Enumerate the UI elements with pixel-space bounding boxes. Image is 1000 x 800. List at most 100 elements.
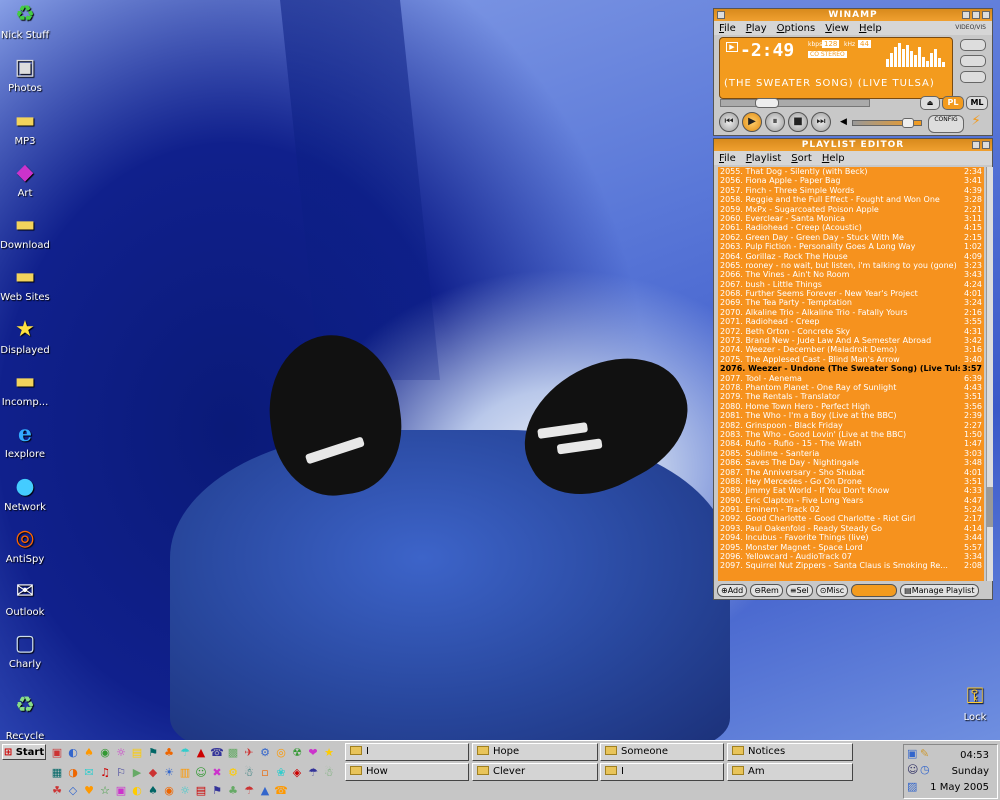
playlist-row[interactable]: 2060. Everclear - Santa Monica 3:11: [718, 214, 984, 223]
quick-launch-icon[interactable]: ◐: [66, 746, 80, 760]
desktop-icon-art[interactable]: ◆ Art: [0, 160, 50, 199]
quick-launch-icon[interactable]: ⚑: [210, 784, 224, 798]
quick-launch-icon[interactable]: ✉: [82, 766, 96, 780]
desktop-icon-incomplete[interactable]: ▬ Incomp...: [0, 369, 50, 408]
taskbar-button-am[interactable]: Am: [727, 763, 853, 781]
shade-icon[interactable]: [972, 11, 980, 19]
quick-launch-icon[interactable]: ♥: [82, 784, 96, 798]
playlist-row[interactable]: 2066. The Vines - Ain't No Room 3:43: [718, 270, 984, 279]
shade-icon[interactable]: [972, 141, 980, 149]
playlist-row[interactable]: 2090. Eric Clapton - Five Long Years 4:47: [718, 496, 984, 505]
quick-launch-icon[interactable]: ▫: [258, 766, 272, 780]
playlist-row[interactable]: 2080. Home Town Hero - Perfect High 3:56: [718, 402, 984, 411]
previous-button[interactable]: ⏮: [719, 112, 739, 132]
playlist-row[interactable]: 2065. rooney - no wait, but listen, i'm …: [718, 261, 984, 270]
quick-launch-icon[interactable]: ☼: [178, 784, 192, 798]
playlist-row[interactable]: 2073. Brand New - Jude Law And A Semeste…: [718, 336, 984, 345]
playlist-row[interactable]: 2055. That Dog - Silently (with Beck) 2:3…: [718, 167, 984, 176]
quick-launch-icon[interactable]: ♫: [98, 766, 112, 780]
quick-launch-icon[interactable]: ▶: [130, 766, 144, 780]
seek-thumb[interactable]: [755, 98, 780, 108]
quick-launch-icon[interactable]: ☼: [114, 746, 128, 760]
desktop-icon-photos[interactable]: ▣ Photos: [0, 55, 50, 94]
playlist-row[interactable]: 2068. Further Seems Forever - New Year's…: [718, 289, 984, 298]
ml-button[interactable]: ML: [966, 96, 988, 110]
quick-launch-icon[interactable]: ◐: [130, 784, 144, 798]
winamp-menu-icon[interactable]: [717, 11, 725, 19]
playlist-menu-file[interactable]: File: [719, 153, 736, 164]
quick-launch-icon[interactable]: ★: [322, 746, 336, 760]
select-button[interactable]: ≡Sel: [785, 584, 813, 597]
quick-launch-icon[interactable]: ⚑: [146, 746, 160, 760]
quick-launch-icon[interactable]: ◇: [66, 784, 80, 798]
quick-launch-icon[interactable]: ◑: [66, 766, 80, 780]
clock-time[interactable]: 04:53: [960, 750, 989, 761]
playlist-menu-playlist[interactable]: Playlist: [746, 153, 782, 164]
quick-launch-icon[interactable]: ▩: [226, 746, 240, 760]
pl-button[interactable]: PL: [942, 96, 964, 110]
playlist-row[interactable]: 2069. The Tea Party - Temptation 3:24: [718, 298, 984, 307]
playlist-row[interactable]: 2078. Phantom Planet - One Ray of Sunlig…: [718, 383, 984, 392]
playlist-row[interactable]: 2082. Grinspoon - Black Friday 2:27: [718, 421, 984, 430]
playlist-row[interactable]: 2061. Radiohead - Creep (Acoustic) 4:15: [718, 223, 984, 232]
desktop-icon-lock[interactable]: ⚿ Lock: [950, 684, 1000, 723]
quick-launch-icon[interactable]: ☀: [162, 766, 176, 780]
playlist-row[interactable]: 2076. Weezer - Undone (The Sweater Song)…: [718, 364, 984, 373]
quick-launch-icon[interactable]: ◉: [162, 784, 176, 798]
minimize-icon[interactable]: [962, 11, 970, 19]
add-button[interactable]: ⊕Add: [717, 584, 748, 597]
quick-launch-icon[interactable]: ▤: [130, 746, 144, 760]
playlist-row[interactable]: 2059. MxPx - Sugarcoated Poison Apple 2:2…: [718, 205, 984, 214]
quick-launch-icon[interactable]: ☆: [98, 784, 112, 798]
quick-launch-icon[interactable]: ☃: [322, 766, 336, 780]
close-icon[interactable]: [982, 141, 990, 149]
quick-launch-icon[interactable]: ✖: [210, 766, 224, 780]
desktop-icon-iexplore[interactable]: e Iexplore: [0, 421, 50, 460]
playlist-row[interactable]: 2072. Beth Orton - Concrete Sky 4:31: [718, 327, 984, 336]
winamp-titlebar[interactable]: WINAMP: [714, 9, 992, 21]
menu-play[interactable]: Play: [746, 23, 767, 34]
playlist-row[interactable]: 2074. Weezer - December (Maladroit Demo)…: [718, 345, 984, 354]
playlist-menu-help[interactable]: Help: [822, 153, 845, 164]
playlist-row[interactable]: 2063. Pulp Fiction - Personality Goes A …: [718, 242, 984, 251]
playlist-row[interactable]: 2092. Good Charlotte - Good Charlotte - …: [718, 514, 984, 523]
monitor-tray-icon[interactable]: ▨: [907, 780, 917, 793]
playlist-row[interactable]: 2093. Paul Oakenfold - Ready Steady Go 4:…: [718, 524, 984, 533]
playlist-row[interactable]: 2077. Tool - Aenema 6:39: [718, 374, 984, 383]
quick-launch-icon[interactable]: ◎: [274, 746, 288, 760]
quick-launch-icon[interactable]: ♠: [146, 784, 160, 798]
clock-date[interactable]: 1 May 2005: [930, 782, 989, 793]
playlist-row[interactable]: 2094. Incubus - Favorite Things (live) 3:…: [718, 533, 984, 542]
quick-launch-icon[interactable]: ⚙: [258, 746, 272, 760]
quick-launch-icon[interactable]: ▣: [50, 746, 64, 760]
user-tray-icon[interactable]: ☺: [907, 763, 918, 776]
quick-launch-icon[interactable]: ☂: [306, 766, 320, 780]
desktop-icon-mp3[interactable]: ▬ MP3: [0, 108, 50, 147]
playlist-row[interactable]: 2085. Sublime - Santeria 3:03: [718, 449, 984, 458]
next-button[interactable]: ⏭: [811, 112, 831, 132]
taskbar-button-hope[interactable]: Hope: [472, 743, 598, 761]
menu-view[interactable]: View: [825, 23, 849, 34]
vis-button[interactable]: [960, 55, 986, 67]
playlist-row[interactable]: 2070. Alkaline Trio - Alkaline Trio - Fa…: [718, 308, 984, 317]
playlist-menu-sort[interactable]: Sort: [791, 153, 812, 164]
playlist-row[interactable]: 2089. Jimmy Eat World - If You Don't Kno…: [718, 486, 984, 495]
quick-launch-icon[interactable]: ◉: [98, 746, 112, 760]
config-button[interactable]: CONFIG: [928, 115, 964, 133]
playlist-editor-window[interactable]: PLAYLIST EDITOR File Playlist Sort Help …: [713, 138, 993, 600]
quick-launch-icon[interactable]: ♣: [162, 746, 176, 760]
lightning-icon[interactable]: ⚡: [966, 113, 986, 131]
playlist-row[interactable]: 2083. The Who - Good Lovin' (Live at the…: [718, 430, 984, 439]
quick-launch-icon[interactable]: ⚐: [114, 766, 128, 780]
playlist-row[interactable]: 2097. Squirrel Nut Zippers - Santa Claus…: [718, 561, 984, 570]
manage-playlist-button[interactable]: ▤Manage Playlist: [900, 584, 979, 597]
quick-launch-icon[interactable]: ▦: [50, 766, 64, 780]
play-button[interactable]: ▶: [742, 112, 762, 132]
quick-launch-icon[interactable]: ▲: [258, 784, 272, 798]
video-button[interactable]: [960, 39, 986, 51]
quick-launch-icon[interactable]: ☎: [210, 746, 224, 760]
menu-help[interactable]: Help: [859, 23, 882, 34]
playlist-row[interactable]: 2079. The Rentals - Translator 3:51: [718, 392, 984, 401]
winamp-main-window[interactable]: WINAMP File Play Options View Help VIDEO…: [713, 8, 993, 136]
desktop-icon-charly[interactable]: ▢ Charly: [0, 631, 50, 670]
